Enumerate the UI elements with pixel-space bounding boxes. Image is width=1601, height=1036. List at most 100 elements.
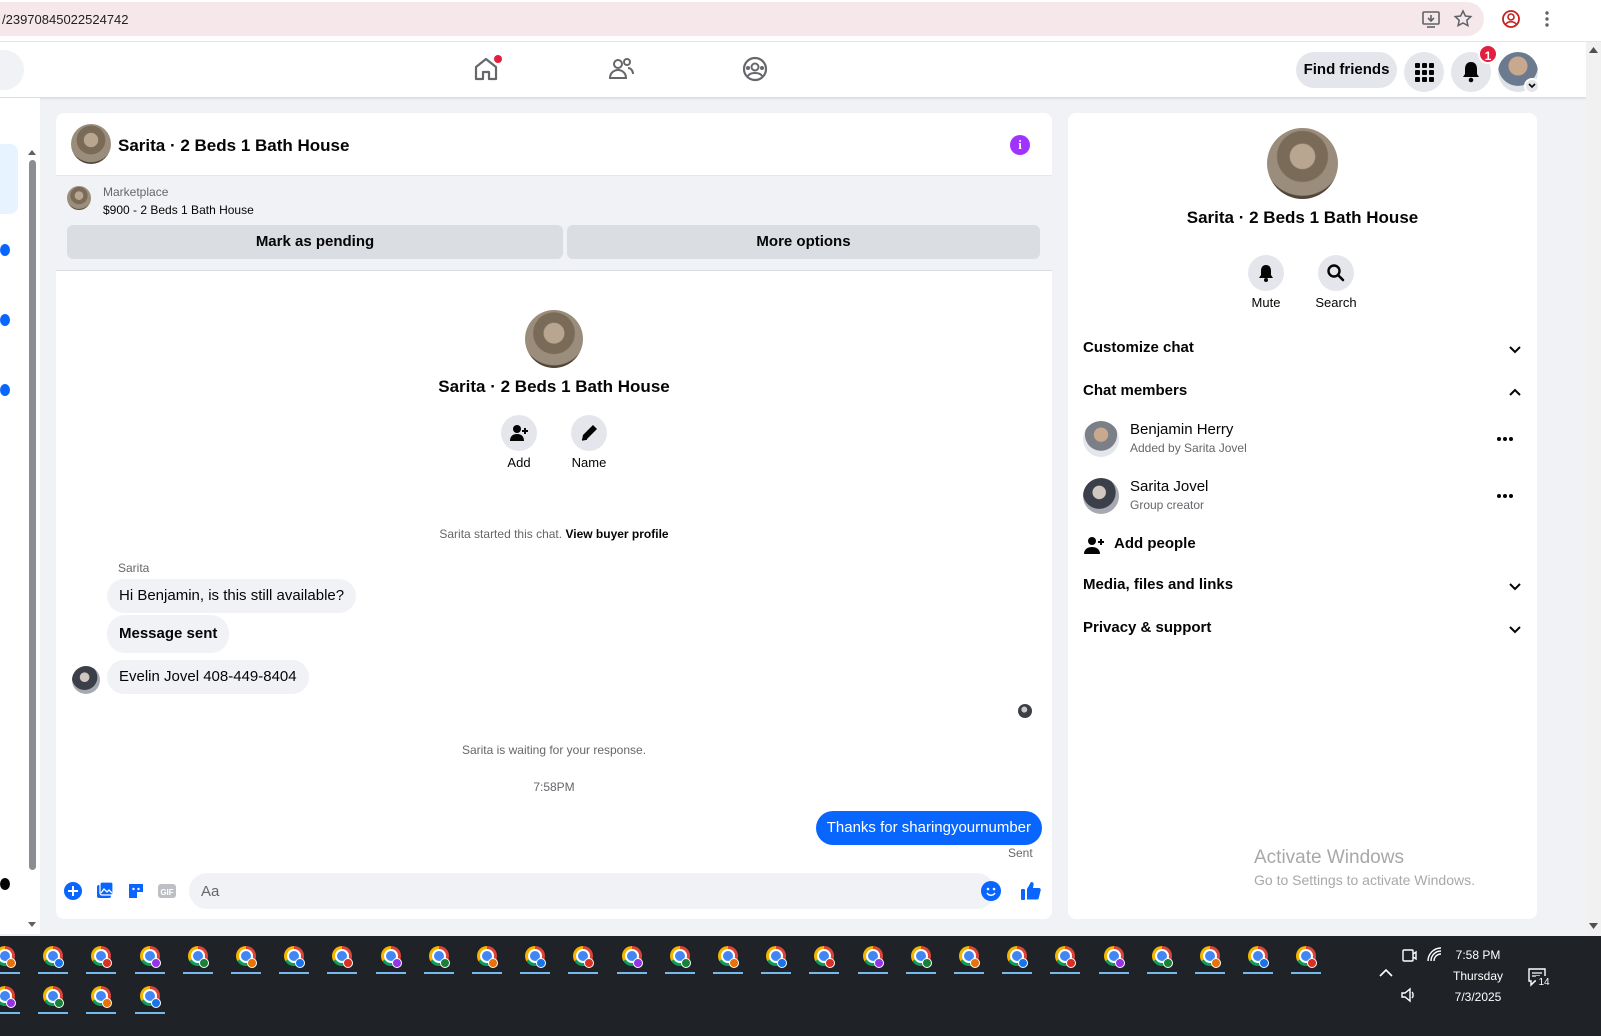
chrome-taskbar-button[interactable]: [615, 940, 649, 974]
emoji-icon[interactable]: [981, 881, 1001, 901]
chrome-taskbar-button[interactable]: [1048, 940, 1082, 974]
chrome-taskbar-button[interactable]: [181, 940, 215, 974]
address-bar[interactable]: /23970845022524742: [0, 2, 1484, 36]
chrome-taskbar-button[interactable]: [518, 940, 552, 974]
thumbs-up-icon[interactable]: [1019, 879, 1043, 903]
scroll-down-icon[interactable]: [1589, 922, 1598, 930]
sticker-icon[interactable]: [126, 881, 146, 901]
more-options-button[interactable]: More options: [567, 225, 1040, 259]
message-composer[interactable]: [189, 873, 995, 909]
chrome-taskbar-button[interactable]: [133, 940, 167, 974]
menu-button[interactable]: [1404, 52, 1444, 92]
chrome-taskbar-button[interactable]: [1000, 940, 1034, 974]
chrome-taskbar-button[interactable]: [566, 940, 600, 974]
chrome-taskbar-button[interactable]: [277, 940, 311, 974]
browser-toolbar: /23970845022524742: [0, 0, 1601, 42]
chrome-taskbar-button[interactable]: [1289, 940, 1323, 974]
chrome-taskbar-button[interactable]: [807, 940, 841, 974]
message-input[interactable]: [201, 873, 961, 909]
plus-icon[interactable]: [63, 881, 83, 901]
profile-badge-icon: [102, 998, 113, 1008]
chrome-taskbar-button[interactable]: [0, 980, 22, 1014]
gif-icon[interactable]: GIF: [157, 881, 177, 901]
search-button[interactable]: [1318, 255, 1354, 291]
chrome-taskbar-button[interactable]: [325, 940, 359, 974]
chrome-taskbar-button[interactable]: [663, 940, 697, 974]
chrome-taskbar-button[interactable]: [229, 940, 263, 974]
friends-icon[interactable]: [606, 54, 636, 84]
chrome-taskbar-button[interactable]: [856, 940, 890, 974]
sender-avatar[interactable]: [72, 666, 100, 694]
profile-badge-icon: [150, 958, 161, 968]
running-indicator: [231, 972, 261, 974]
chat-members-row[interactable]: Chat members: [1083, 372, 1523, 412]
conversation-title[interactable]: Sarita · 2 Beds 1 Bath House: [118, 136, 349, 156]
chrome-taskbar-button[interactable]: [711, 940, 745, 974]
mute-button[interactable]: [1248, 255, 1284, 291]
chrome-taskbar-button[interactable]: [1193, 940, 1227, 974]
privacy-support-row[interactable]: Privacy & support: [1083, 609, 1523, 649]
incoming-message[interactable]: Hi Benjamin, is this still available?: [107, 579, 357, 613]
incoming-message[interactable]: Evelin Jovel 408-449-8404: [107, 660, 309, 694]
more-options-icon[interactable]: [1495, 429, 1515, 449]
meet-now-icon[interactable]: [1400, 946, 1418, 964]
member-avatar[interactable]: [1083, 421, 1119, 457]
browser-menu-icon[interactable]: [1536, 8, 1558, 30]
bookmark-star-icon[interactable]: [1452, 8, 1474, 30]
chrome-taskbar-button[interactable]: [36, 940, 70, 974]
volume-icon[interactable]: [1400, 986, 1418, 1004]
selected-chat-item[interactable]: [0, 144, 18, 214]
add-people-button[interactable]: Add people: [1083, 531, 1383, 561]
chrome-taskbar-button[interactable]: [0, 940, 22, 974]
chrome-taskbar-button[interactable]: [904, 940, 938, 974]
scroll-up-icon[interactable]: [27, 148, 37, 156]
page-scrollbar[interactable]: [1586, 42, 1601, 936]
chrome-taskbar-button[interactable]: [84, 980, 118, 1014]
customize-chat-row[interactable]: Customize chat: [1083, 329, 1523, 369]
conversation-avatar[interactable]: [71, 124, 111, 164]
listing-thumbnail[interactable]: [67, 186, 91, 210]
chevron-up-icon[interactable]: [1378, 968, 1394, 978]
scroll-down-icon[interactable]: [27, 921, 37, 929]
install-app-icon[interactable]: [1420, 8, 1442, 30]
chrome-taskbar-button[interactable]: [952, 940, 986, 974]
sidebar-scrollbar[interactable]: [27, 148, 37, 968]
photo-icon[interactable]: [95, 881, 115, 901]
chrome-taskbar-button[interactable]: [133, 980, 167, 1014]
incoming-message[interactable]: Message sent: [107, 615, 230, 653]
info-icon[interactable]: i: [1010, 135, 1030, 155]
chrome-taskbar-button[interactable]: [1241, 940, 1275, 974]
view-buyer-profile-link[interactable]: View buyer profile: [565, 527, 668, 541]
outgoing-message[interactable]: Thanks for sharingyournumber: [815, 811, 1042, 845]
url-text[interactable]: /23970845022524742: [2, 12, 129, 27]
member-row[interactable]: Benjamin Herry Added by Sarita Jovel: [1083, 415, 1523, 463]
scroll-up-icon[interactable]: [1589, 46, 1598, 54]
running-indicator: [568, 972, 599, 974]
chrome-taskbar-button[interactable]: [36, 980, 70, 1014]
member-avatar[interactable]: [1083, 478, 1119, 514]
member-row[interactable]: Sarita Jovel Group creator: [1083, 472, 1523, 520]
profile-icon[interactable]: [1500, 8, 1522, 30]
network-icon[interactable]: [1426, 946, 1444, 964]
mark-as-pending-button[interactable]: Mark as pending: [67, 225, 563, 259]
account-chevron-icon[interactable]: [1524, 78, 1540, 94]
chrome-taskbar-button[interactable]: [1097, 940, 1131, 974]
more-options-icon[interactable]: [1495, 486, 1515, 506]
chrome-taskbar-button[interactable]: [422, 940, 456, 974]
chrome-taskbar-button[interactable]: [374, 940, 408, 974]
search-box[interactable]: [0, 50, 24, 90]
profile-badge-icon: [1162, 958, 1173, 968]
chrome-taskbar-button[interactable]: [759, 940, 793, 974]
groups-icon[interactable]: [740, 54, 770, 84]
listing-price-title[interactable]: $900 - 2 Beds 1 Bath House: [103, 203, 254, 217]
chrome-taskbar-button[interactable]: [470, 940, 504, 974]
media-files-links-row[interactable]: Media, files and links: [1083, 566, 1523, 606]
scrollbar-thumb[interactable]: [29, 160, 36, 870]
add-member-button[interactable]: [501, 415, 537, 451]
chrome-taskbar-button[interactable]: [1145, 940, 1179, 974]
rename-button[interactable]: [571, 415, 607, 451]
running-indicator: [134, 1012, 165, 1014]
chrome-taskbar-button[interactable]: [84, 940, 118, 974]
find-friends-button[interactable]: Find friends: [1296, 52, 1397, 88]
taskbar-clock[interactable]: 7:58 PM Thursday 7/3/2025: [1448, 945, 1508, 1008]
